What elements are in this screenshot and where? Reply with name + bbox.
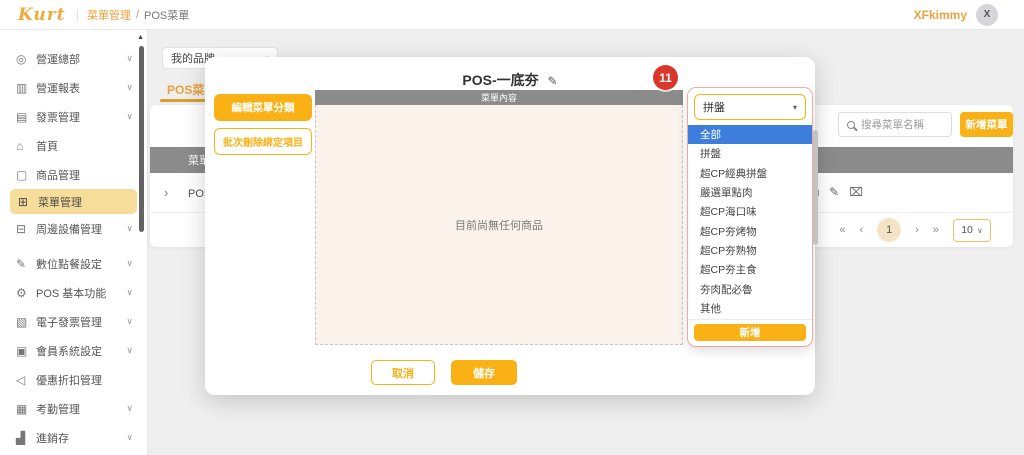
- category-option[interactable]: 其他: [688, 299, 812, 318]
- modal-title-row: POS-一底夯 ✎: [205, 70, 815, 90]
- chevron-down-icon: ∨: [126, 111, 133, 122]
- tutorial-step-badge: 11: [653, 65, 678, 90]
- save-button[interactable]: 儲存: [451, 360, 517, 385]
- edit-menu-modal: POS-一底夯 ✎ 編輯菜單分類 批次刪除綁定項目 菜單內容 目前尚無任何商品 …: [205, 57, 815, 395]
- cancel-button[interactable]: 取消: [371, 360, 435, 385]
- gear-icon: ⚙: [16, 286, 36, 300]
- menu-content-dropzone: 目前尚無任何商品: [315, 105, 683, 345]
- category-options-list: 全部 拼盤 超CP經典拼盤 嚴選單點肉 超CP海口味 超CP夯烤物 超CP夯熟物…: [688, 125, 812, 318]
- chevron-down-icon: ∨: [126, 403, 133, 414]
- id-card-icon: ▣: [16, 344, 36, 358]
- edit-categories-button[interactable]: 編輯菜單分類: [214, 94, 312, 121]
- sidebar-item-peripheral-devices[interactable]: ⊟ 周邊設備管理 ∨: [0, 214, 147, 243]
- category-option[interactable]: 超CP海口味: [688, 202, 812, 221]
- chevron-down-icon: ∨: [126, 432, 133, 443]
- sidebar-item-product-management[interactable]: ▢ 商品管理: [0, 160, 147, 189]
- category-option[interactable]: 拼盤: [688, 144, 812, 163]
- sidebar-item-operations-hq[interactable]: ◎ 營運總部 ∨: [0, 44, 147, 73]
- next-page-button[interactable]: ›: [915, 224, 919, 236]
- last-page-button[interactable]: »: [933, 224, 939, 236]
- sidebar-item-pos-basic-functions[interactable]: ⚙ POS 基本功能 ∨: [0, 278, 147, 307]
- calendar-icon: ▦: [16, 402, 36, 416]
- sidebar-item-discount-management[interactable]: ◁ 優惠折扣管理: [0, 365, 147, 394]
- first-page-button[interactable]: «: [839, 224, 845, 236]
- user-avatar[interactable]: X: [976, 4, 998, 26]
- add-category-button[interactable]: 新增: [694, 324, 806, 341]
- username[interactable]: XFkimmy: [914, 8, 967, 22]
- caret-down-icon: ∨: [977, 226, 983, 235]
- trash-icon[interactable]: ⌧: [849, 185, 863, 200]
- category-select[interactable]: 拼盤 ▾: [694, 94, 806, 120]
- caret-down-icon: ▾: [793, 103, 797, 112]
- sidebar-item-home[interactable]: ⌂ 首頁: [0, 131, 147, 160]
- category-option[interactable]: 超CP經典拼盤: [688, 164, 812, 183]
- page-size-select[interactable]: 10 ∨: [953, 219, 991, 242]
- search-icon: [847, 121, 855, 129]
- menu-grid-icon: ⊞: [18, 195, 38, 209]
- search-input[interactable]: 搜尋菜單名稱: [838, 112, 952, 137]
- sidebar: ▲ ◎ 營運總部 ∨ ▥ 營運報表 ∨ ▤ 發票管理 ∨ ⌂ 首頁: [0, 30, 148, 455]
- sidebar-item-attendance-management[interactable]: ▦ 考勤管理 ∨: [0, 394, 147, 423]
- edit-pencil-icon[interactable]: ✎: [829, 185, 839, 200]
- category-option[interactable]: 超CP夯主食: [688, 260, 812, 279]
- bar-chart-icon: ▟: [16, 431, 36, 445]
- chevron-down-icon: ∨: [126, 223, 133, 234]
- chevron-down-icon: ∨: [126, 258, 133, 269]
- topbar: Kurt | 菜單管理 / POS菜單 XFkimmy X: [0, 0, 1024, 30]
- logo-divider: |: [76, 7, 79, 22]
- target-icon: ◎: [16, 52, 36, 66]
- app-window: Kurt | 菜單管理 / POS菜單 XFkimmy X ▲ ◎ 營運總部 ∨…: [0, 0, 1024, 455]
- add-menu-button[interactable]: 新增菜單: [960, 112, 1013, 137]
- home-icon: ⌂: [16, 139, 36, 153]
- breadcrumb-separator: /: [136, 9, 139, 21]
- sidebar-item-member-system[interactable]: ▣ 會員系統設定 ∨: [0, 336, 147, 365]
- category-option[interactable]: 超CP夯烤物: [688, 221, 812, 240]
- category-option[interactable]: 嚴選單點肉: [688, 183, 812, 202]
- current-page-button[interactable]: 1: [877, 218, 901, 242]
- breadcrumb-section[interactable]: 菜單管理: [87, 7, 131, 23]
- sidebar-item-digital-ordering[interactable]: ✎ 數位點餐設定 ∨: [0, 249, 147, 278]
- edit-title-pencil-icon[interactable]: ✎: [548, 74, 558, 88]
- menu-content-header: 菜單內容: [315, 90, 683, 105]
- app-logo: Kurt: [18, 5, 66, 25]
- chevron-down-icon: ∨: [126, 82, 133, 93]
- chart-icon: ▥: [16, 81, 36, 95]
- category-option-all[interactable]: 全部: [688, 125, 812, 144]
- document-icon: ▤: [16, 110, 36, 124]
- chevron-down-icon: ∨: [126, 345, 133, 356]
- chevron-down-icon: ∨: [126, 53, 133, 64]
- megaphone-icon: ◁: [16, 373, 36, 387]
- empty-state-text: 目前尚無任何商品: [455, 217, 543, 233]
- category-option[interactable]: 夯肉配必魯: [688, 279, 812, 298]
- sidebar-item-menu-management[interactable]: ⊞ 菜單管理: [10, 189, 137, 214]
- printer-icon: ⊟: [16, 222, 36, 236]
- modal-title: POS-一底夯: [462, 72, 538, 88]
- chevron-down-icon: ∨: [126, 287, 133, 298]
- receipt-icon: ▧: [16, 315, 36, 329]
- prev-page-button[interactable]: ‹: [860, 224, 864, 236]
- category-dropdown-panel: 拼盤 ▾ 全部 拼盤 超CP經典拼盤 嚴選單點肉 超CP海口味 超CP夯烤物 超…: [688, 88, 812, 346]
- search-placeholder: 搜尋菜單名稱: [861, 117, 924, 132]
- divider: [688, 319, 812, 320]
- modal-scrollbar[interactable]: [813, 130, 818, 245]
- breadcrumb-page: POS菜單: [144, 7, 189, 23]
- scroll-up-icon[interactable]: ▲: [137, 34, 144, 41]
- shopping-bag-icon: ▢: [16, 168, 36, 182]
- expand-chevron-icon[interactable]: ›: [164, 185, 188, 200]
- chevron-down-icon: ∨: [126, 316, 133, 327]
- batch-delete-button[interactable]: 批次刪除綁定項目: [214, 128, 312, 155]
- sidebar-item-invoice-management[interactable]: ▤ 發票管理 ∨: [0, 102, 147, 131]
- category-option[interactable]: 超CP夯熟物: [688, 241, 812, 260]
- pencil-square-icon: ✎: [16, 257, 36, 271]
- sidebar-item-inventory[interactable]: ▟ 進銷存 ∨: [0, 423, 147, 452]
- sidebar-item-operation-reports[interactable]: ▥ 營運報表 ∨: [0, 73, 147, 102]
- sidebar-item-einvoice-management[interactable]: ▧ 電子發票管理 ∨: [0, 307, 147, 336]
